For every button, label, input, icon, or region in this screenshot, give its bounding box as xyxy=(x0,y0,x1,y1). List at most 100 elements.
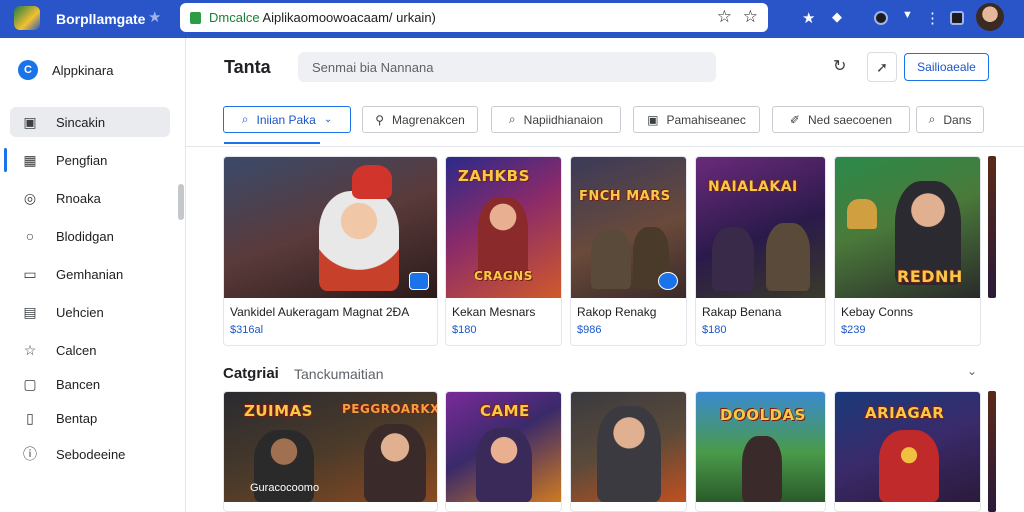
filter-chip-3[interactable]: ▣ Pamahiseanec xyxy=(633,106,760,133)
game-price: $180 xyxy=(452,324,477,336)
sidebar-item-7[interactable]: ▢ Bancen xyxy=(10,369,170,399)
bookmark-icon[interactable]: ◆ xyxy=(832,9,842,25)
menu-dots-icon[interactable]: ⋮ xyxy=(925,9,940,27)
game-title: Rakap Benana xyxy=(702,305,782,319)
platform-badge-icon xyxy=(409,272,429,290)
page-title: Tanta xyxy=(224,57,271,77)
sidebar-scrollbar[interactable] xyxy=(178,184,184,220)
sidebar: C Alppkinara ▣ Sincakin ▦ Pengfian ◎ Rno… xyxy=(0,38,186,512)
game-price: $316al xyxy=(230,324,264,336)
game-title: Vankidel Aukeragam Magnat 2ÐA xyxy=(230,305,410,319)
sidebar-item-label: Gemhanian xyxy=(56,266,124,282)
info-icon: ⓘ xyxy=(23,446,37,462)
game-card-row2-4[interactable]: ARIAGAR xyxy=(834,391,981,512)
game-card-3[interactable]: NAIALAKAI Rakap Benana $180 xyxy=(695,156,826,346)
filter-label: Pamahiseanec xyxy=(666,112,746,127)
game-card-4[interactable]: REDNH Kebay Conns $239 xyxy=(834,156,981,346)
action-button[interactable]: Sailioaeale xyxy=(904,53,989,81)
bookmark-icon: ▣ xyxy=(23,113,37,130)
game-card-1[interactable]: ZAHKBS CRAGNS Kekan Mesnars $180 xyxy=(445,156,562,346)
sidebar-item-4[interactable]: ▭ Gemhanian xyxy=(10,259,170,289)
sidebar-item-label: Rnoaka xyxy=(56,190,101,206)
bookmark-star-icon[interactable]: ★ xyxy=(148,8,161,26)
favorite-star-icon[interactable]: ☆ xyxy=(743,7,758,27)
game-price: $986 xyxy=(577,324,602,336)
sidebar-item-8[interactable]: ▯ Bentap xyxy=(10,403,170,433)
game-price: $180 xyxy=(702,324,727,336)
clipboard-icon: ▤ xyxy=(23,303,37,320)
game-thumbnail: ARIAGAR xyxy=(835,392,980,502)
filter-chip-5[interactable]: ⌕ Dans xyxy=(916,106,984,133)
pin-icon: ⚲ xyxy=(375,112,385,127)
game-thumbnail: FNCH MARS xyxy=(571,157,686,298)
game-card-row2-0[interactable]: ZUIMAS PEGGROARKX Guracocoomo xyxy=(223,391,438,512)
sidebar-item-1[interactable]: ▦ Pengfian xyxy=(10,145,170,175)
sidebar-item-3[interactable]: ○ Blodidgan xyxy=(10,221,170,251)
chevron-down-icon: ⌄ xyxy=(323,114,333,125)
sidebar-item-label: Blodidgan xyxy=(56,228,114,244)
section-subtitle: Tanckumaitian xyxy=(294,366,384,382)
sidebar-item-5[interactable]: ▤ Uehcien xyxy=(10,297,170,327)
sidebar-item-0[interactable]: ▣ Sincakin xyxy=(10,107,170,137)
sidebar-item-label: Bancen xyxy=(56,376,101,392)
game-card-0[interactable]: Vankidel Aukeragam Magnat 2ÐA $316al xyxy=(223,156,438,346)
next-card-edge[interactable] xyxy=(988,156,996,298)
game-thumbnail: NAIALAKAI xyxy=(696,157,825,298)
game-thumbnail: ZUIMAS PEGGROARKX Guracocoomo xyxy=(224,392,437,502)
sidebar-item-6[interactable]: ☆ Calcen xyxy=(10,335,170,365)
app-title: Borpllamgate xyxy=(56,11,146,27)
profile-badge-icon[interactable] xyxy=(950,11,964,25)
list-icon: ▢ xyxy=(23,375,37,392)
filter-label: Iniian Paka xyxy=(256,112,316,127)
star-icon: ☆ xyxy=(23,341,37,358)
account-dot-icon[interactable] xyxy=(874,11,888,25)
sidebar-item-2[interactable]: ◎ Rnoaka xyxy=(10,183,170,213)
search-input[interactable]: Senmai bia Nannana xyxy=(298,52,716,82)
avatar[interactable] xyxy=(976,3,1004,31)
url-text: Dmcalce Aiplikaomoowoacaam/ urkain) xyxy=(209,10,436,25)
sidebar-header-label: Alppkinara xyxy=(52,62,114,78)
sidebar-item-label: Calcen xyxy=(56,342,97,358)
brush-icon: ✐ xyxy=(789,112,800,127)
refresh-icon[interactable]: ↻ xyxy=(833,56,846,76)
chevron-down-icon[interactable]: ▼ xyxy=(902,9,913,21)
active-filter-underline xyxy=(224,142,320,144)
app-logo-icon xyxy=(14,6,40,30)
filter-chip-1[interactable]: ⚲ Magrenakcen xyxy=(362,106,478,133)
game-thumbnail xyxy=(224,157,437,298)
game-card-2[interactable]: FNCH MARS Rakop Renakg $986 xyxy=(570,156,687,346)
filter-chip-0[interactable]: ⌕ Iniian Paka ⌄ xyxy=(223,106,351,133)
filter-label: Napiidhianaion xyxy=(523,112,604,127)
speech-bubble-icon: ○ xyxy=(25,228,35,244)
game-title: Kebay Conns xyxy=(841,305,914,319)
image-icon: ▣ xyxy=(647,112,659,127)
sidebar-item-label: Pengfian xyxy=(56,152,108,168)
game-card-row2-1[interactable]: CAME xyxy=(445,391,562,512)
sidebar-item-9[interactable]: ⓘ Sebodeeine xyxy=(10,439,170,469)
next-card-edge[interactable] xyxy=(988,391,996,512)
game-thumbnail: REDNH xyxy=(835,157,980,298)
game-thumbnail xyxy=(571,392,686,502)
sidebar-header[interactable]: C Alppkinara xyxy=(18,60,113,80)
chevron-down-icon[interactable]: ⌄ xyxy=(967,364,977,378)
search-icon: ⌕ xyxy=(928,112,936,126)
address-bar[interactable]: Dmcalce Aiplikaomoowoacaam/ urkain) ☆ ☆ xyxy=(180,3,768,32)
filter-label: Ned saecoenen xyxy=(807,112,893,127)
filter-label: Dans xyxy=(943,112,972,127)
filter-chip-2[interactable]: ⌕ Napiidhianaion xyxy=(491,106,621,133)
filter-chip-4[interactable]: ✐ Ned saecoenen xyxy=(772,106,910,133)
divider xyxy=(186,146,1024,147)
sidebar-item-label: Sebodeeine xyxy=(56,446,126,462)
app-badge-icon: C xyxy=(18,60,38,80)
game-thumbnail: ZAHKBS CRAGNS xyxy=(446,157,561,298)
sidebar-item-label: Uehcien xyxy=(56,304,104,320)
extensions-star-icon[interactable]: ★ xyxy=(802,9,815,27)
bookmark-star-icon[interactable]: ☆ xyxy=(717,7,732,27)
game-title: Rakop Renakg xyxy=(577,305,657,319)
game-card-row2-2[interactable] xyxy=(570,391,687,512)
share-button[interactable]: ➚ xyxy=(867,52,897,82)
chat-icon: ◎ xyxy=(23,189,37,206)
game-thumbnail: CAME xyxy=(446,392,561,502)
game-card-row2-3[interactable]: DOOLDAS xyxy=(695,391,826,512)
active-marker xyxy=(4,148,7,172)
